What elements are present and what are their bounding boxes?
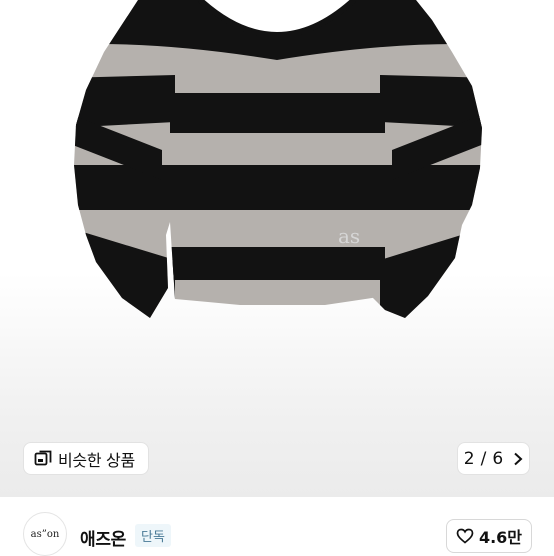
brand-name[interactable]: 애즈온 <box>80 525 126 550</box>
similar-products-label: 비슷한 상품 <box>58 450 135 470</box>
similar-products-button[interactable]: 비슷한 상품 <box>23 442 149 475</box>
current-page: 2 <box>463 448 475 469</box>
similar-items-icon <box>34 450 52 465</box>
page-separator: / <box>480 448 487 469</box>
chevron-right-icon <box>514 452 523 465</box>
image-page-counter[interactable]: 2 / 6 <box>457 442 530 475</box>
brand-logo[interactable]: as”on <box>23 512 67 556</box>
product-photo: as <box>74 0 482 318</box>
like-count: 4.6만 <box>478 528 523 547</box>
total-pages: 6 <box>492 448 504 469</box>
exclusive-badge: 단독 <box>135 524 171 547</box>
like-button[interactable]: 4.6만 <box>446 519 532 553</box>
knit-logo-text: as <box>338 224 360 248</box>
product-image-carousel[interactable]: as 비슷한 상품 2 / 6 <box>0 0 554 497</box>
heart-outline-icon <box>456 528 474 544</box>
brand-logo-text: as”on <box>30 528 60 540</box>
